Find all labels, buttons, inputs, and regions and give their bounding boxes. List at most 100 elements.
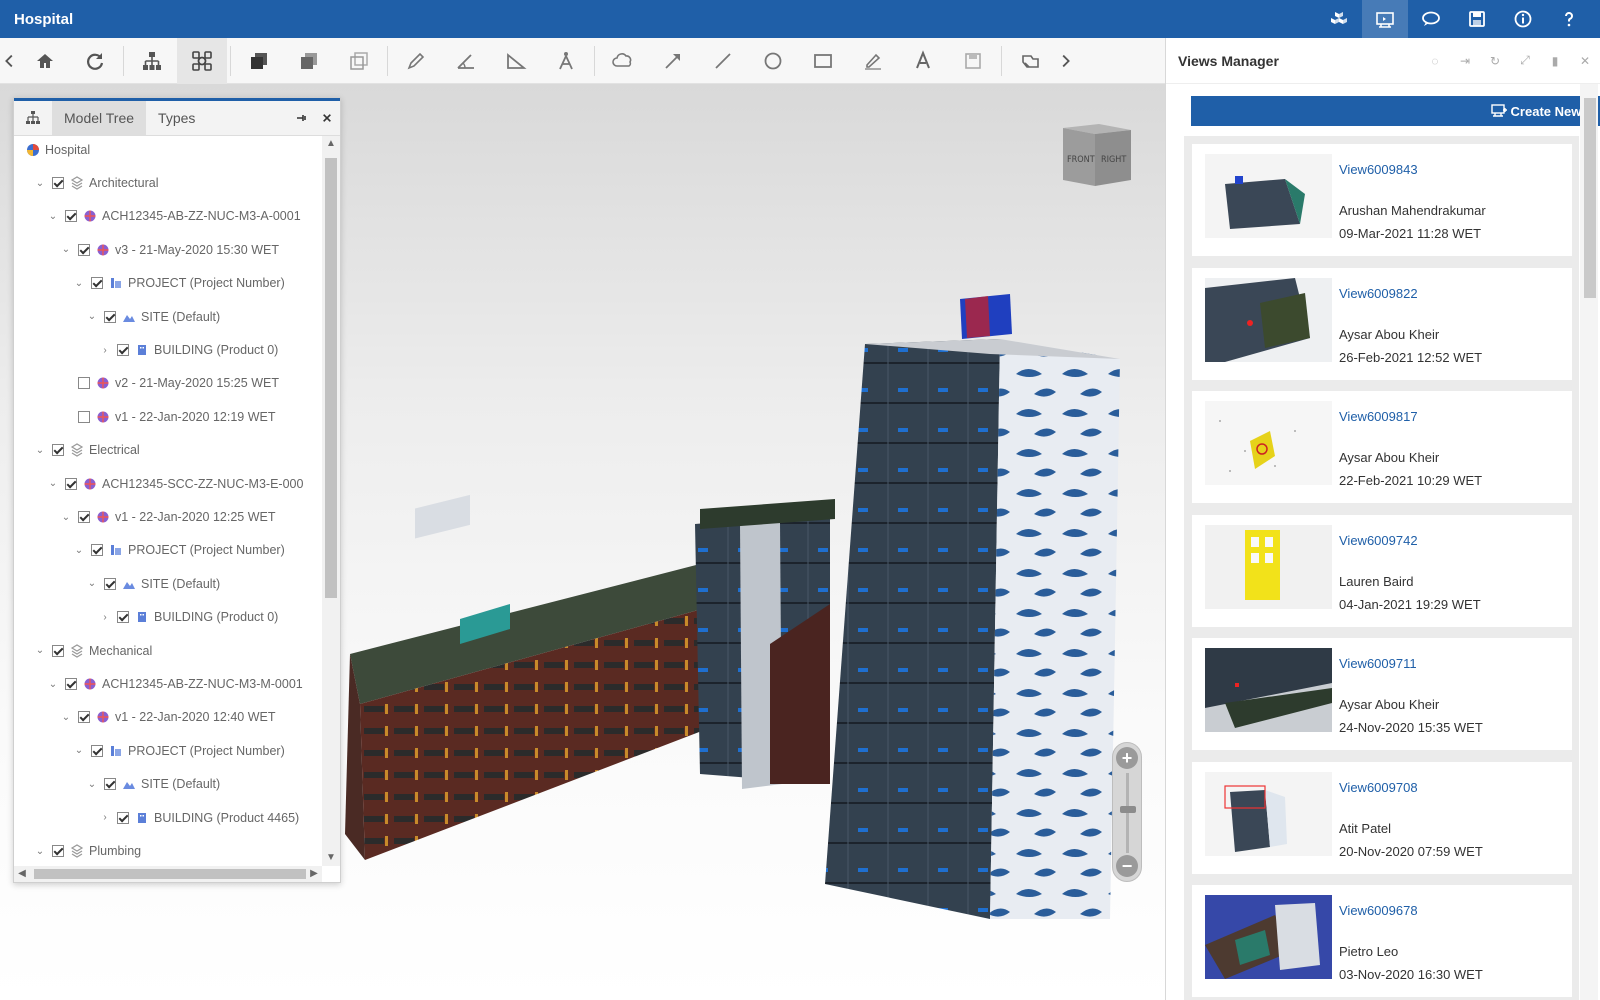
visibility-checkbox[interactable] <box>117 811 129 824</box>
expand-toggle-icon[interactable]: ⌄ <box>47 210 59 222</box>
models-icon[interactable] <box>1316 0 1362 38</box>
expand-toggle-icon[interactable]: ⌄ <box>47 678 59 690</box>
view-card[interactable]: View6009817 Aysar Abou Kheir 22-Feb-2021 1… <box>1192 391 1572 503</box>
view-name-link[interactable]: View6009708 <box>1339 780 1418 795</box>
tree-row[interactable]: ⌄ Architectural <box>34 173 159 193</box>
scroll-up-icon[interactable]: ▲ <box>322 136 340 152</box>
zoom-in-button[interactable]: + <box>1116 747 1138 769</box>
view-card[interactable]: View6009678 Pietro Leo 03-Nov-2020 16:30 W… <box>1192 885 1572 997</box>
tree-row[interactable]: ⌄ PROJECT (Project Number) <box>73 540 285 560</box>
visibility-checkbox[interactable] <box>52 177 64 189</box>
forward-chevron-icon[interactable] <box>1055 38 1075 84</box>
view-thumbnail[interactable] <box>1205 154 1332 238</box>
view-thumbnail[interactable] <box>1205 277 1332 362</box>
comment-icon[interactable]: ◌ <box>1420 38 1450 84</box>
comments-icon[interactable] <box>1408 0 1454 38</box>
stamp-icon[interactable] <box>1005 38 1055 84</box>
visibility-checkbox[interactable] <box>65 477 77 490</box>
view-thumbnail[interactable] <box>1205 524 1332 609</box>
expand-toggle-icon[interactable]: ⌄ <box>73 277 85 289</box>
expand-icon[interactable]: ⤢ <box>1510 38 1540 84</box>
view-thumbnail[interactable] <box>1205 771 1332 856</box>
visibility-checkbox[interactable] <box>65 678 77 690</box>
tree-row[interactable]: ⌄ PROJECT (Project Number) <box>73 741 285 761</box>
views-icon[interactable] <box>1362 0 1408 38</box>
tree-row[interactable]: › BUILDING (Product 0) <box>99 607 278 627</box>
tree-horizontal-scrollbar[interactable]: ◀ ▶ <box>14 866 322 882</box>
view-card[interactable]: View6009742 Lauren Baird 04-Jan-2021 19:29… <box>1192 514 1572 627</box>
visibility-checkbox[interactable] <box>91 277 103 290</box>
view-name-link[interactable]: View6009742 <box>1339 533 1418 548</box>
view-card[interactable]: View6009822 Aysar Abou Kheir 26-Feb-2021 1… <box>1192 267 1572 380</box>
circle-icon[interactable] <box>748 38 798 84</box>
view-card[interactable]: View6009843 Arushan Mahendrakumar 09-Mar-2… <box>1192 144 1572 256</box>
tab-types[interactable]: Types <box>146 101 207 135</box>
tree-hscroll-thumb[interactable] <box>34 869 306 879</box>
visibility-checkbox[interactable] <box>117 344 129 356</box>
zoom-track[interactable] <box>1126 773 1129 853</box>
expand-toggle-icon[interactable]: ⌄ <box>34 177 46 189</box>
view-cube[interactable]: FRONT RIGHT <box>1055 122 1133 188</box>
save-icon[interactable] <box>1454 0 1500 38</box>
explode-icon[interactable] <box>177 37 227 84</box>
angle-icon[interactable] <box>441 38 491 84</box>
refresh-icon[interactable]: ↻ <box>1480 38 1510 84</box>
view-card[interactable]: View6009708 Atit Patel 20-Nov-2020 07:59 W… <box>1192 761 1572 874</box>
tree-row[interactable]: ⌄ SITE (Default) <box>86 574 220 594</box>
tree-row[interactable]: ⌄ PROJECT (Project Number) <box>73 273 285 293</box>
tree-row[interactable]: ⌄ Mechanical <box>34 641 152 661</box>
marker-icon[interactable] <box>848 38 898 84</box>
tree-row[interactable]: ⌄ v3 - 21-May-2020 15:30 WET <box>60 240 279 260</box>
tree-row[interactable]: ⌄ ACH12345-AB-ZZ-NUC-M3-A-0001 <box>47 206 301 226</box>
cube-wire-icon[interactable] <box>334 38 384 84</box>
cloud-icon[interactable] <box>598 38 648 84</box>
pin-icon[interactable] <box>288 101 314 135</box>
rectangle-icon[interactable] <box>798 38 848 84</box>
tree-scroll-thumb[interactable] <box>325 158 337 598</box>
tree-row[interactable]: › BUILDING (Product 4465) <box>99 808 299 828</box>
view-name-link[interactable]: View6009817 <box>1339 409 1418 424</box>
visibility-checkbox[interactable] <box>52 845 64 857</box>
pencil-icon[interactable] <box>391 38 441 84</box>
refresh-icon[interactable] <box>70 38 120 84</box>
expand-toggle-icon[interactable]: ⌄ <box>47 478 59 490</box>
tree-row[interactable]: ⌄ SITE (Default) <box>86 307 220 327</box>
close-icon[interactable]: ✕ <box>1570 38 1600 84</box>
export-icon[interactable]: ⇥ <box>1450 38 1480 84</box>
tab-model-tree[interactable]: Model Tree <box>52 101 147 135</box>
close-icon[interactable] <box>314 101 340 135</box>
view-name-link[interactable]: View6009843 <box>1339 162 1418 177</box>
visibility-checkbox[interactable] <box>78 243 90 256</box>
collapse-toggle-icon[interactable]: › <box>99 344 111 356</box>
view-name-link[interactable]: View6009678 <box>1339 903 1418 918</box>
back-chevron-icon[interactable] <box>0 38 20 84</box>
cube-shaded-icon[interactable] <box>284 38 334 84</box>
compass-icon[interactable] <box>541 38 591 84</box>
tree-row[interactable]: ⌄ v1 - 22-Jan-2020 12:25 WET <box>60 507 276 527</box>
collapse-toggle-icon[interactable]: › <box>99 611 111 623</box>
visibility-checkbox[interactable] <box>104 778 116 791</box>
pin-icon[interactable]: ▮ <box>1540 38 1570 84</box>
expand-toggle-icon[interactable]: ⌄ <box>73 544 85 556</box>
expand-toggle-icon[interactable]: ⌄ <box>86 778 98 790</box>
visibility-checkbox[interactable] <box>65 210 77 223</box>
cube-solid-icon[interactable] <box>234 38 284 84</box>
tree-row[interactable]: ⌄ ACH12345-AB-ZZ-NUC-M3-M-0001 <box>47 674 303 694</box>
view-name-link[interactable]: View6009711 <box>1339 656 1417 671</box>
visibility-checkbox[interactable] <box>104 310 116 323</box>
area-icon[interactable] <box>491 38 541 84</box>
tree-row[interactable]: ⌄ ACH12345-SCC-ZZ-NUC-M3-E-000 <box>47 474 304 494</box>
tree-row[interactable]: ⌄ SITE (Default) <box>86 774 220 794</box>
visibility-checkbox[interactable] <box>78 711 90 724</box>
home-icon[interactable] <box>20 38 70 84</box>
collapse-toggle-icon[interactable]: › <box>99 812 111 824</box>
visibility-checkbox[interactable] <box>104 577 116 590</box>
line-icon[interactable] <box>698 38 748 84</box>
view-thumbnail[interactable] <box>1205 401 1332 485</box>
viewcube-front-label[interactable]: FRONT <box>1067 155 1095 165</box>
visibility-checkbox[interactable] <box>52 444 64 457</box>
zoom-thumb[interactable] <box>1120 806 1136 813</box>
scroll-down-icon[interactable]: ▼ <box>322 850 340 866</box>
tree-row[interactable]: › BUILDING (Product 0) <box>99 340 278 360</box>
view-card[interactable]: View6009711 Aysar Abou Kheir 24-Nov-2020 1… <box>1192 638 1572 750</box>
